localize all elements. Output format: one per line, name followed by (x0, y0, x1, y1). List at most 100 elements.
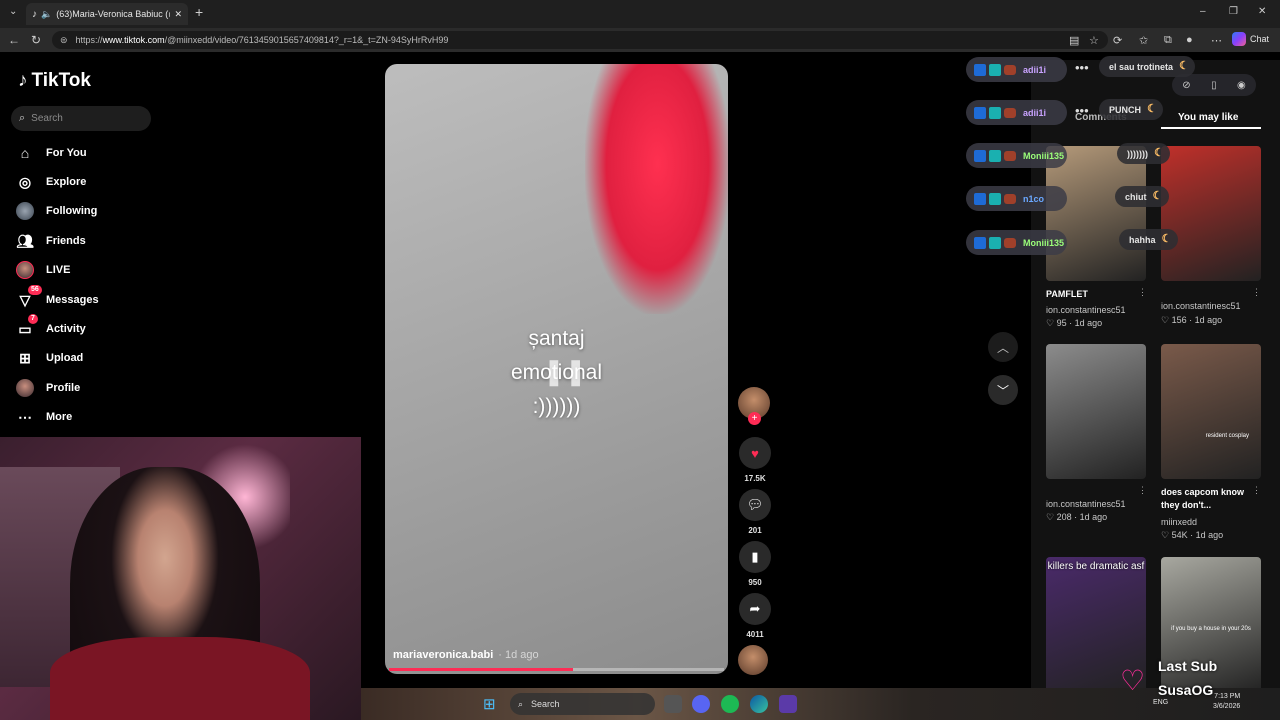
video-username[interactable]: mariaveronica.babi (393, 649, 493, 661)
language-indicator[interactable]: ENG (1153, 699, 1168, 706)
user-avatar-icon[interactable]: ◉ (1237, 80, 1246, 91)
badge-icon (1004, 237, 1016, 248)
sidebar-label: Following (46, 205, 98, 217)
maximize-icon[interactable]: ❐ (1229, 6, 1238, 17)
new-tab-icon[interactable]: + (195, 4, 203, 20)
profile-icon[interactable]: ● (1186, 34, 1193, 46)
recommended-video-thumbnail[interactable] (1046, 344, 1146, 479)
audio-icon[interactable]: 🔈 (41, 9, 52, 20)
favorites-icon[interactable]: ✩ (1139, 34, 1148, 47)
chat-username: Moniii135 (1023, 237, 1065, 248)
previous-video-button[interactable]: ︿ (988, 332, 1018, 362)
sidebar-label: Messages (46, 294, 99, 306)
video-author[interactable]: ion.constantinesc51 (1046, 305, 1126, 315)
like-button[interactable]: ♥ (739, 437, 771, 469)
activity-icon: ▭ 7 (16, 314, 38, 338)
pause-icon[interactable]: ❚❚ (543, 356, 587, 387)
more-options-icon[interactable]: ⋮ (1252, 287, 1261, 298)
minimize-icon[interactable]: – (1200, 6, 1206, 17)
tab-close-icon[interactable]: ✕ (174, 9, 182, 20)
sidebar-item-following[interactable]: Following (16, 201, 97, 221)
video-author[interactable]: ion.constantinesc51 (1161, 301, 1241, 311)
favorite-star-icon[interactable]: ☆ (1089, 34, 1099, 47)
sidebar-item-more[interactable]: ⋯ More (16, 407, 72, 427)
recommended-video-thumbnail[interactable]: resident cosplay (1161, 344, 1261, 479)
heart-outline-icon: ♡ (1120, 665, 1146, 696)
chevron-up-icon: ︿ (996, 340, 1009, 355)
video-progress-bar[interactable] (389, 668, 724, 671)
chat-bubble: ))))))) ☾ (1117, 143, 1170, 164)
video-author[interactable]: miinxedd (1161, 517, 1197, 527)
reader-icon[interactable]: ▤ (1069, 34, 1079, 47)
sidebar-label: LIVE (46, 264, 71, 276)
sidebar-label: Upload (46, 352, 84, 364)
comment-count: 201 (748, 526, 762, 535)
sidebar-item-live[interactable]: LIVE (16, 260, 70, 280)
chat-username: adii1i (1023, 107, 1047, 118)
chat-bubble: el sau trotineta ☾ (1099, 56, 1196, 77)
save-button[interactable]: ▮ (739, 541, 771, 573)
tiktok-logo[interactable]: ♪ TikTok (18, 70, 91, 92)
more-options-icon[interactable]: ⋮ (1138, 287, 1147, 298)
tab-list-icon[interactable]: ⌄ (9, 6, 17, 17)
next-video-button[interactable]: ﹀ (988, 375, 1018, 405)
back-icon[interactable]: ← (8, 33, 20, 47)
search-input[interactable]: ⌕ Search (11, 106, 151, 131)
menu-dots-icon[interactable]: ⋯ (1211, 34, 1222, 47)
chevron-down-icon: ﹀ (996, 383, 1009, 398)
video-title[interactable]: does capcom know they don't... (1161, 486, 1249, 512)
tiktok-note-icon: ♪ (18, 70, 28, 91)
file-explorer-icon[interactable] (664, 695, 682, 713)
video-subject (585, 64, 728, 314)
sidebar-item-upload[interactable]: ⊞ Upload (16, 348, 83, 368)
video-author[interactable]: ion.constantinesc51 (1046, 499, 1126, 509)
search-placeholder: Search (31, 113, 63, 124)
phone-icon[interactable]: ▯ (1211, 80, 1217, 91)
collections-icon[interactable]: ⧉ (1164, 34, 1172, 47)
url-text: https://www.tiktok.com/@miinxedd/video/7… (75, 35, 449, 45)
tab-you-may-like[interactable]: You may like (1178, 112, 1238, 123)
copilot-icon (1232, 32, 1246, 46)
discord-icon[interactable] (692, 695, 710, 713)
window-close-icon[interactable]: ✕ (1258, 6, 1266, 17)
browser-tab[interactable]: ♪ 🔈 (63)Maria-Veronica Babiuc (@ ✕ (26, 3, 188, 25)
caption-line: :)))))) (532, 395, 581, 418)
sidebar-item-friends[interactable]: 👥︎ Friends (16, 231, 86, 251)
sidebar-item-explore[interactable]: ◎ Explore (16, 172, 86, 192)
video-player[interactable]: șantaj emotional :)))))) ❚❚ mariaveronic… (385, 64, 728, 674)
video-title[interactable]: PAMFLET (1046, 288, 1134, 301)
address-bar[interactable]: ⊜ https://www.tiktok.com/@miinxedd/video… (52, 31, 1108, 49)
badge-icon (989, 106, 1001, 119)
taskbar-search[interactable]: ⌕ Search (510, 693, 655, 715)
sidebar-item-activity[interactable]: ▭ 7 Activity (16, 314, 86, 339)
compass-icon[interactable]: ⊘ (1182, 80, 1190, 91)
follow-plus-icon[interactable]: + (748, 412, 761, 425)
site-info-icon[interactable]: ⊜ (60, 35, 68, 46)
sidebar-item-profile[interactable]: Profile (16, 378, 80, 398)
share-button[interactable]: ➦ (739, 593, 771, 625)
messages-icon: ▽ 56 (16, 285, 42, 309)
spotify-icon[interactable] (721, 695, 739, 713)
tiktok-favicon-icon: ♪ (32, 8, 37, 20)
edge-icon[interactable] (750, 695, 768, 713)
comment-button[interactable]: 💬︎ (739, 489, 771, 521)
sound-avatar[interactable] (738, 645, 768, 675)
sidebar-item-for-you[interactable]: ⌂ For You (16, 143, 87, 163)
like-count: 17.5K (744, 474, 766, 483)
copilot-chat-button[interactable]: Chat (1232, 32, 1269, 46)
chat-bubble: hahha ☾ (1119, 229, 1178, 250)
recommended-video-thumbnail[interactable] (1046, 146, 1146, 281)
reload-icon[interactable]: ↻ (31, 33, 41, 47)
extensions-icon[interactable]: ⟳ (1113, 34, 1122, 47)
chat-username: adii1i (1023, 64, 1047, 75)
app-icon[interactable] (779, 695, 797, 713)
chat-dots-icon: ••• (1075, 60, 1089, 75)
thumbnail-text: resident cosplay (1205, 433, 1249, 439)
windows-start-icon[interactable]: ⊞ (483, 695, 496, 713)
sidebar-item-messages[interactable]: ▽ 56 Messages (16, 285, 99, 310)
more-options-icon[interactable]: ⋮ (1252, 485, 1261, 496)
recommended-video-thumbnail[interactable] (1161, 146, 1261, 281)
share-count: 4011 (746, 630, 764, 639)
more-options-icon[interactable]: ⋮ (1138, 485, 1147, 496)
taskbar-clock[interactable]: 7:13 PM 3/6/2026 (1213, 692, 1240, 712)
